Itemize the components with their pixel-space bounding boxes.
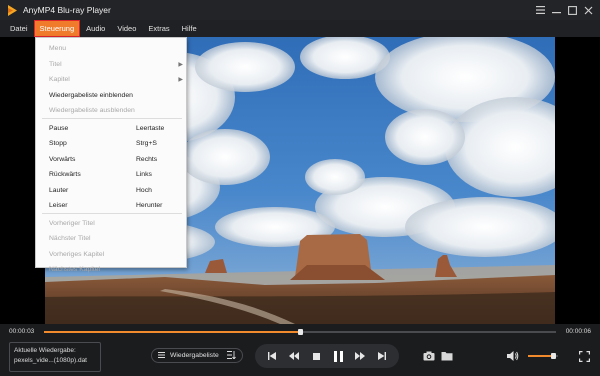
- progress-row: 00:00:03 00:00:06: [0, 324, 600, 340]
- progress-slider[interactable]: [44, 329, 556, 335]
- current-time: 00:00:03: [9, 328, 35, 335]
- maximize-icon[interactable]: [564, 2, 580, 18]
- menu-item-shortcut: Leertaste: [136, 125, 165, 132]
- steuerung-dropdown-menu: Menu Titel ▶ Kapitel ▶ Wiedergabeliste einble…: [35, 37, 187, 273]
- menu-icon[interactable]: [532, 2, 548, 18]
- app-logo-icon: [6, 4, 18, 16]
- menu-item-label: Lauter: [49, 187, 69, 194]
- menu-item-naechster-titel: Nächster Titel: [36, 231, 186, 246]
- fast-forward-icon[interactable]: [351, 344, 369, 368]
- menu-audio[interactable]: Audio: [80, 20, 111, 37]
- progress-knob[interactable]: [297, 329, 303, 335]
- menu-item-label: Vorheriger Titel: [49, 220, 95, 227]
- menu-item-shortcut: Herunter: [136, 202, 163, 209]
- menu-item-label: Vorheriges Kapitel: [49, 251, 105, 258]
- menu-item-leiser[interactable]: Leiser Herunter: [36, 198, 186, 213]
- menu-item-shortcut: Strg+S: [136, 140, 157, 147]
- minimize-icon[interactable]: [548, 2, 564, 18]
- title-bar: AnyMP4 Blu-ray Player: [0, 0, 600, 20]
- menu-item-label: Leiser: [49, 202, 68, 209]
- snapshot-icon[interactable]: [422, 349, 436, 363]
- menu-steuerung[interactable]: Steuerung: [33, 20, 81, 37]
- menu-item-label: Vorwärts: [49, 156, 76, 163]
- total-time: 00:00:06: [565, 328, 591, 335]
- menu-item-rueckwaerts[interactable]: Rückwärts Links: [36, 167, 186, 182]
- menu-item-label: Nächstes Kapitel: [49, 266, 101, 273]
- menu-video[interactable]: Video: [111, 20, 142, 37]
- volume-icon[interactable]: [506, 349, 520, 363]
- menu-item-menu: Menu: [36, 41, 186, 56]
- menu-separator: [42, 118, 182, 119]
- app-title: AnyMP4 Blu-ray Player: [23, 5, 111, 15]
- volume-knob[interactable]: [551, 353, 556, 359]
- menu-item-label: Wiedergabeliste einblenden: [49, 92, 133, 99]
- now-playing-filename: pexels_vide...(1080p).dat: [14, 357, 87, 364]
- rewind-icon[interactable]: [285, 344, 303, 368]
- submenu-arrow-icon: ▶: [178, 62, 183, 68]
- playlist-label: Wiedergabeliste: [170, 352, 219, 359]
- menu-item-wiedergabeliste-ausblenden: Wiedergabeliste ausblenden: [36, 103, 186, 118]
- volume-slider[interactable]: [528, 353, 558, 359]
- list-icon: [158, 351, 165, 360]
- menu-item-label: Stopp: [49, 140, 67, 147]
- menu-item-label: Menu: [49, 45, 67, 52]
- sort-icon[interactable]: [227, 350, 236, 361]
- menu-hilfe[interactable]: Hilfe: [176, 20, 203, 37]
- folder-icon[interactable]: [440, 349, 454, 363]
- menu-item-wiedergabeliste-einblenden[interactable]: Wiedergabeliste einblenden: [36, 88, 186, 103]
- stop-icon[interactable]: [307, 344, 325, 368]
- menu-item-label: Wiedergabeliste ausblenden: [49, 107, 135, 114]
- menu-item-shortcut: Rechts: [136, 156, 158, 163]
- menu-item-vorheriges-kapitel: Vorheriges Kapitel: [36, 247, 186, 262]
- submenu-arrow-icon: ▶: [178, 77, 183, 83]
- menu-item-vorheriger-titel: Vorheriger Titel: [36, 216, 186, 231]
- menu-item-kapitel: Kapitel ▶: [36, 72, 186, 87]
- playlist-button[interactable]: Wiedergabeliste: [151, 348, 243, 363]
- menu-item-naechstes-kapitel: Nächstes Kapitel: [36, 262, 186, 277]
- next-track-icon[interactable]: [373, 344, 391, 368]
- transport-controls: [255, 344, 399, 368]
- menu-item-label: Nächster Titel: [49, 235, 91, 242]
- menu-item-shortcut: Hoch: [136, 187, 152, 194]
- menu-item-vorwaerts[interactable]: Vorwärts Rechts: [36, 152, 186, 167]
- now-playing-box: Aktuelle Wiedergabe: pexels_vide...(1080…: [9, 342, 101, 372]
- menu-item-titel: Titel ▶: [36, 57, 186, 72]
- menu-item-pause[interactable]: Pause Leertaste: [36, 121, 186, 136]
- menu-item-label: Rückwärts: [49, 171, 81, 178]
- menu-datei[interactable]: Datei: [4, 20, 34, 37]
- pause-icon[interactable]: [329, 344, 347, 368]
- menu-extras[interactable]: Extras: [142, 20, 175, 37]
- close-icon[interactable]: [580, 2, 596, 18]
- menu-item-label: Kapitel: [49, 76, 70, 83]
- menu-item-label: Titel: [49, 61, 62, 68]
- prev-track-icon[interactable]: [263, 344, 281, 368]
- menu-item-lauter[interactable]: Lauter Hoch: [36, 183, 186, 198]
- menu-separator: [42, 213, 182, 214]
- menu-item-stopp[interactable]: Stopp Strg+S: [36, 136, 186, 151]
- fullscreen-icon[interactable]: [577, 349, 591, 363]
- menu-item-shortcut: Links: [136, 171, 152, 178]
- progress-fill: [44, 331, 300, 333]
- now-playing-label: Aktuelle Wiedergabe:: [14, 347, 76, 354]
- menu-item-label: Pause: [49, 125, 69, 132]
- menu-bar: Datei Steuerung Audio Video Extras Hilfe: [0, 20, 600, 37]
- volume-fill: [528, 355, 554, 357]
- control-bar: Aktuelle Wiedergabe: pexels_vide...(1080…: [0, 340, 600, 376]
